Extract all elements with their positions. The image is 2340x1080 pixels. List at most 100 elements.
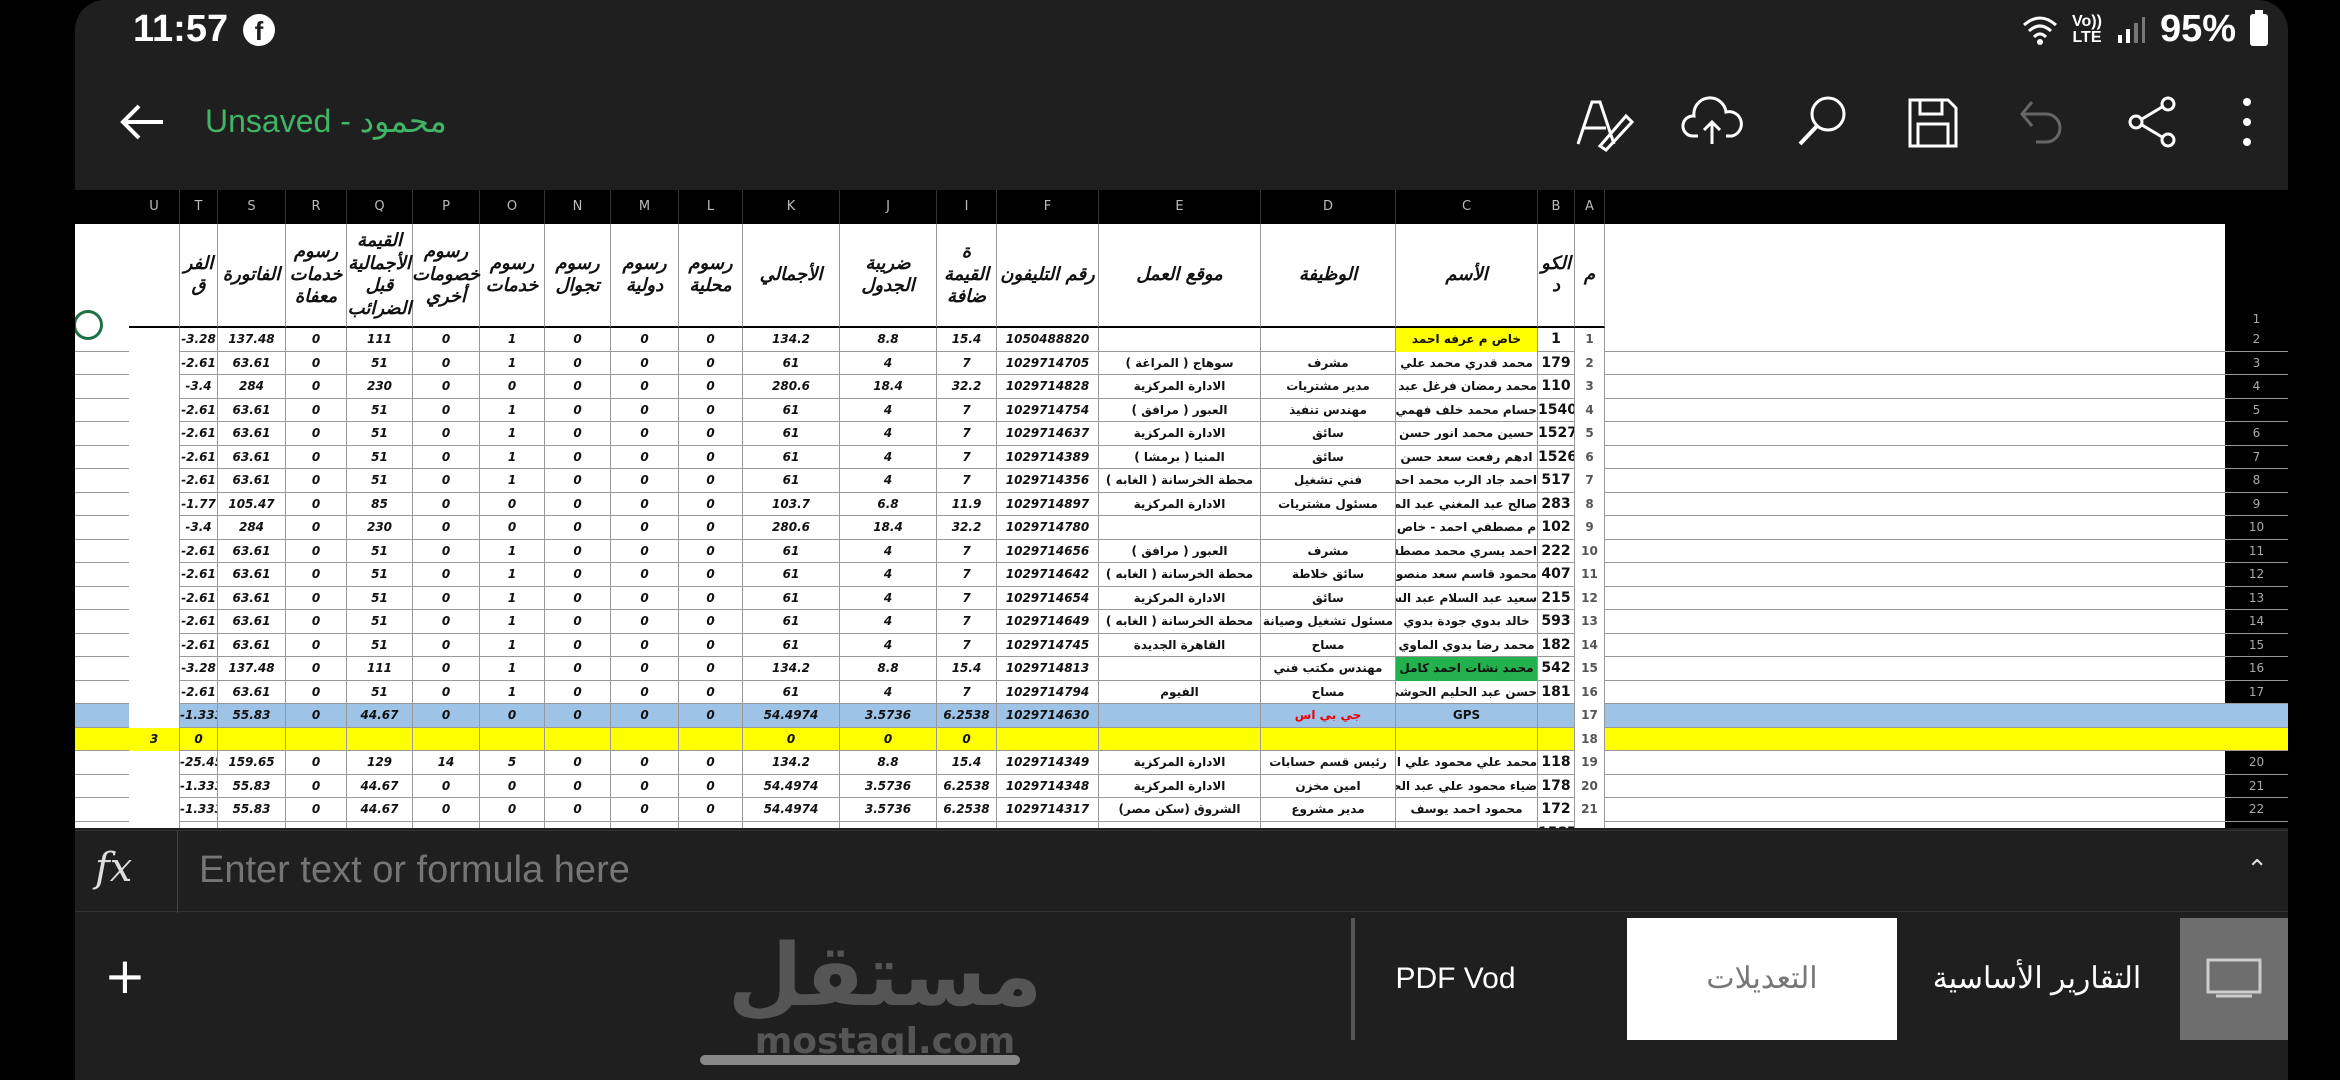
table-cell[interactable] bbox=[1099, 657, 1261, 681]
table-cell[interactable]: 8.8 bbox=[840, 328, 937, 352]
table-cell[interactable]: 0 bbox=[286, 445, 347, 469]
table-cell[interactable]: 8.8 bbox=[840, 751, 937, 775]
table-cell[interactable]: 63.61 bbox=[218, 610, 286, 634]
table-cell[interactable]: سائق bbox=[1261, 422, 1396, 446]
table-cell[interactable]: 63.61 bbox=[218, 351, 286, 375]
table-cell[interactable]: 55.83 bbox=[218, 821, 286, 828]
table-cell[interactable]: 6.2538 bbox=[937, 821, 997, 828]
table-cell[interactable]: 1029714656 bbox=[997, 539, 1099, 563]
table-cell[interactable]: 0 bbox=[545, 798, 611, 822]
table-cell[interactable]: 0 bbox=[286, 563, 347, 587]
table-cell[interactable] bbox=[129, 469, 180, 493]
header-cell-D[interactable]: الوظيفة bbox=[1261, 224, 1396, 328]
table-cell[interactable]: 0 bbox=[286, 492, 347, 516]
table-cell[interactable]: 1029714654 bbox=[997, 586, 1099, 610]
table-cell[interactable]: 51 bbox=[347, 445, 413, 469]
table-cell[interactable]: 1029714637 bbox=[997, 422, 1099, 446]
table-cell[interactable]: 10 bbox=[1575, 539, 1605, 563]
table-cell[interactable]: 61 bbox=[743, 398, 840, 422]
table-cell[interactable]: 0 bbox=[413, 563, 480, 587]
table-cell[interactable] bbox=[1099, 704, 1261, 728]
header-cell-E[interactable]: موقع العمل bbox=[1099, 224, 1261, 328]
table-cell[interactable]: 7 bbox=[937, 586, 997, 610]
table-cell[interactable]: 3.5736 bbox=[840, 798, 937, 822]
column-letter-L[interactable]: L bbox=[679, 190, 743, 224]
table-cell[interactable]: 0 bbox=[286, 351, 347, 375]
table-cell[interactable] bbox=[1538, 727, 1575, 751]
table-cell[interactable] bbox=[129, 398, 180, 422]
table-cell[interactable]: 0 bbox=[413, 375, 480, 399]
table-cell[interactable] bbox=[129, 586, 180, 610]
table-cell[interactable]: 182 bbox=[1538, 633, 1575, 657]
table-cell[interactable]: 0 bbox=[480, 375, 545, 399]
add-sheet-button[interactable]: + bbox=[95, 946, 155, 1006]
table-cell[interactable]: 4 bbox=[840, 680, 937, 704]
table-cell[interactable]: 6 bbox=[1575, 445, 1605, 469]
table-cell[interactable]: العبور ( مرافق ) bbox=[1099, 539, 1261, 563]
table-cell[interactable] bbox=[129, 774, 180, 798]
table-cell[interactable]: 51 bbox=[347, 586, 413, 610]
table-cell[interactable]: 7 bbox=[937, 610, 997, 634]
table-cell[interactable] bbox=[129, 633, 180, 657]
table-cell[interactable]: 0 bbox=[545, 680, 611, 704]
column-letter-I[interactable]: I bbox=[937, 190, 997, 224]
table-cell[interactable]: -2.61 bbox=[180, 586, 218, 610]
table-cell[interactable]: -1.77 bbox=[180, 492, 218, 516]
table-cell[interactable]: 129 bbox=[347, 751, 413, 775]
table-cell[interactable]: 1029714794 bbox=[997, 680, 1099, 704]
table-cell[interactable]: 15.4 bbox=[937, 657, 997, 681]
table-cell[interactable]: 63.61 bbox=[218, 422, 286, 446]
header-cell-B[interactable]: الكو د bbox=[1538, 224, 1575, 328]
table-cell[interactable]: 0 bbox=[286, 539, 347, 563]
table-cell[interactable]: 0 bbox=[679, 539, 743, 563]
chevron-up-icon[interactable]: ⌃ bbox=[2246, 855, 2268, 885]
table-cell[interactable]: الفيوم bbox=[1099, 680, 1261, 704]
table-cell[interactable]: 0 bbox=[611, 751, 679, 775]
table-cell[interactable]: 0 bbox=[545, 351, 611, 375]
column-letter-F[interactable]: F bbox=[997, 190, 1099, 224]
table-cell[interactable]: 1029714389 bbox=[997, 445, 1099, 469]
table-cell[interactable]: 11.9 bbox=[937, 492, 997, 516]
table-cell[interactable]: 7 bbox=[937, 633, 997, 657]
table-cell[interactable] bbox=[129, 704, 180, 728]
table-cell[interactable]: 51 bbox=[347, 680, 413, 704]
table-cell[interactable]: 61 bbox=[743, 586, 840, 610]
table-cell[interactable]: 0 bbox=[611, 563, 679, 587]
table-cell[interactable]: 32.2 bbox=[937, 516, 997, 540]
table-cell[interactable]: 0 bbox=[286, 516, 347, 540]
table-cell[interactable]: 51 bbox=[347, 563, 413, 587]
sheet-area[interactable]: الفر ق الفاتورة رسوم خدمات معفاة القيمة الأ… bbox=[75, 224, 2288, 828]
table-cell[interactable]: -1.333 bbox=[180, 821, 218, 828]
table-cell[interactable]: -2.61 bbox=[180, 539, 218, 563]
table-cell[interactable]: -2.61 bbox=[180, 563, 218, 587]
table-cell[interactable]: 5 bbox=[1575, 422, 1605, 446]
table-cell[interactable]: ايمن شوقي ابراهيم زيدان bbox=[1396, 821, 1538, 828]
table-cell[interactable]: 54.4974 bbox=[743, 704, 840, 728]
header-cell-Q[interactable]: القيمة الأجمالية قبل الضرائب bbox=[347, 224, 413, 328]
header-cell-T[interactable]: الفر ق bbox=[180, 224, 218, 328]
table-cell[interactable]: 134.2 bbox=[743, 751, 840, 775]
column-letter-S[interactable]: S bbox=[218, 190, 286, 224]
table-cell[interactable]: محمد رمضان فرغل عبد الغني bbox=[1396, 375, 1538, 399]
table-cell[interactable]: 0 bbox=[679, 375, 743, 399]
table-cell[interactable]: القاهرة الجديدة bbox=[1099, 633, 1261, 657]
table-cell[interactable]: حسين محمد انور حسن bbox=[1396, 422, 1538, 446]
table-cell[interactable]: 18 bbox=[1575, 727, 1605, 751]
table-cell[interactable]: 280.6 bbox=[743, 375, 840, 399]
table-cell[interactable]: 61 bbox=[743, 563, 840, 587]
table-cell[interactable]: 11 bbox=[1575, 563, 1605, 587]
table-cell[interactable]: مدير مشتريات bbox=[1261, 375, 1396, 399]
table-cell[interactable]: -2.61 bbox=[180, 610, 218, 634]
table-cell[interactable]: مسئول مشتريات bbox=[1261, 492, 1396, 516]
table-cell[interactable]: الادارة المركزية bbox=[1099, 821, 1261, 828]
table-cell[interactable]: 0 bbox=[545, 563, 611, 587]
table-cell[interactable]: 0 bbox=[679, 516, 743, 540]
header-cell-R[interactable]: رسوم خدمات معفاة bbox=[286, 224, 347, 328]
table-cell[interactable]: 51 bbox=[347, 539, 413, 563]
table-cell[interactable]: 111 bbox=[347, 657, 413, 681]
table-cell[interactable]: 3 bbox=[129, 727, 180, 751]
document-title[interactable]: Unsaved - محمود bbox=[205, 102, 447, 140]
table-cell[interactable]: 44.67 bbox=[347, 798, 413, 822]
header-cell-C[interactable]: الأسم bbox=[1396, 224, 1538, 328]
table-cell[interactable]: 0 bbox=[286, 586, 347, 610]
